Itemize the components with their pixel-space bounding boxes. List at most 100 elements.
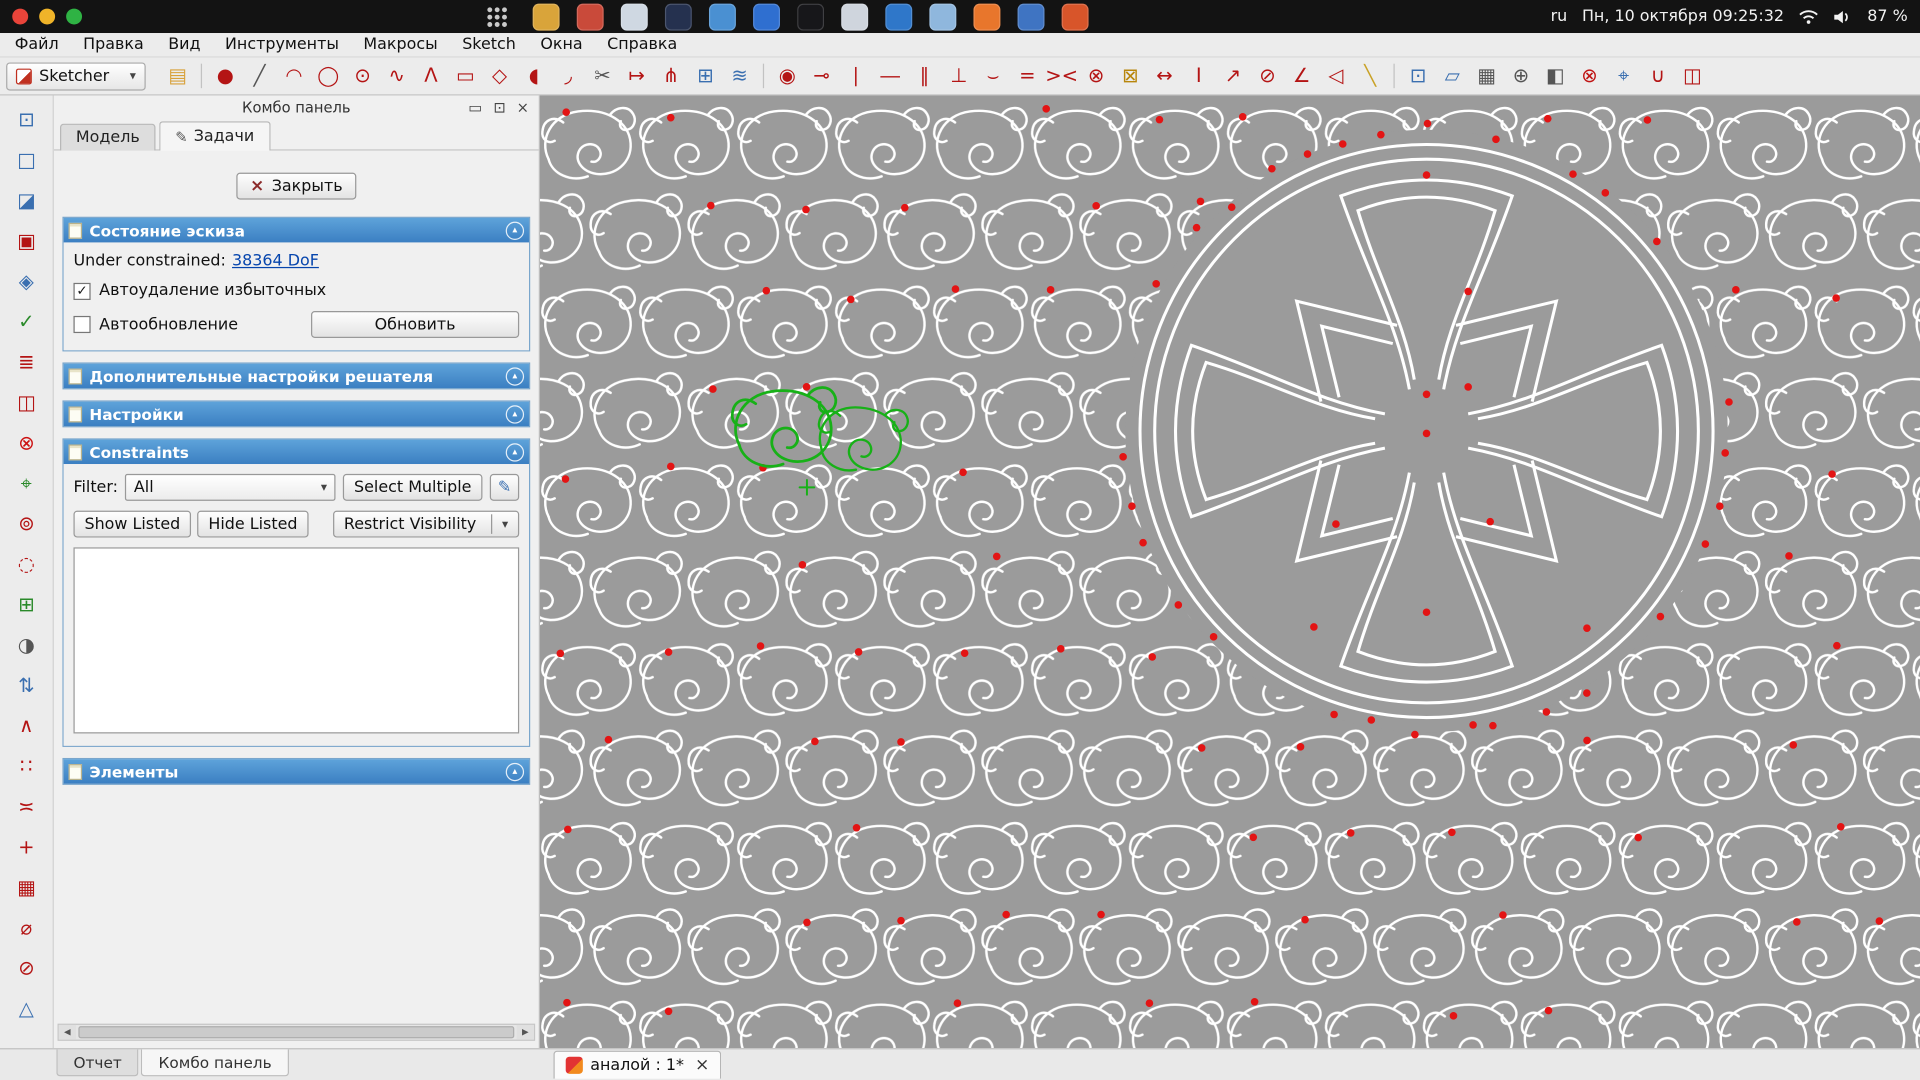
validate-sketch-icon[interactable]: ✓ <box>12 307 41 336</box>
panel-close-icon[interactable]: × <box>517 99 529 116</box>
auto-update-checkbox[interactable]: ✓ Автообновление <box>73 315 238 333</box>
keyboard-layout-indicator[interactable]: ru <box>1551 7 1568 25</box>
scrollbar-thumb[interactable] <box>78 1026 514 1038</box>
remove-axes-alignment-icon[interactable]: ⌀ <box>12 913 41 942</box>
panel-restore-icon[interactable]: ▭ <box>468 99 482 116</box>
stop-operation-icon[interactable]: ⊗ <box>12 429 41 458</box>
tab-combo-panel[interactable]: Комбо панель <box>141 1049 288 1076</box>
checkbox[interactable]: ✓ <box>73 316 90 333</box>
window-minimize-button[interactable] <box>39 9 55 25</box>
dock-app-icon[interactable] <box>1018 3 1045 30</box>
section-header-constraints[interactable]: Constraints ▴ <box>64 440 529 464</box>
workbench-selector[interactable]: Sketcher ▾ <box>6 62 146 90</box>
document-tab[interactable]: аналой : 1* × <box>553 1051 721 1079</box>
view-section-icon[interactable]: ◪ <box>12 186 41 215</box>
scroll-left-icon[interactable]: ◀ <box>59 1025 76 1040</box>
create-conic-icon[interactable]: ⊙ <box>345 61 379 90</box>
carbon-copy-icon[interactable]: ≋ <box>722 61 756 90</box>
trim-edge-icon[interactable]: ✂ <box>585 61 619 90</box>
menu-item[interactable]: Файл <box>15 36 59 54</box>
menu-item[interactable]: Окна <box>540 36 582 54</box>
mirror-sketch-icon[interactable]: ◫ <box>12 388 41 417</box>
clock[interactable]: Пн, 10 октября 09:25:32 <box>1582 7 1784 25</box>
show-listed-button[interactable]: Show Listed <box>73 511 191 538</box>
select-associated-constraints-icon[interactable]: ⊡ <box>1401 61 1435 90</box>
select-constraints-icon[interactable]: ⊚ <box>12 509 41 538</box>
constrain-equal-icon[interactable]: = <box>1010 61 1044 90</box>
move-icon[interactable]: + <box>12 833 41 862</box>
close-task-button[interactable]: × Закрыть <box>237 173 357 200</box>
volume-icon[interactable] <box>1833 9 1853 24</box>
tab-report-view[interactable]: Отчет <box>56 1049 139 1076</box>
dock-app-icon[interactable] <box>841 3 868 30</box>
dock-app-icon[interactable] <box>533 3 560 30</box>
window-maximize-button[interactable] <box>66 9 82 25</box>
constraints-list[interactable] <box>73 547 519 733</box>
open-folder-icon[interactable]: ▤ <box>160 61 194 90</box>
3d-viewport[interactable] <box>540 96 1920 1049</box>
reorient-sketch-icon[interactable]: ◈ <box>12 267 41 296</box>
dock-app-icon[interactable] <box>797 3 824 30</box>
mirror-icon[interactable]: ◫ <box>1675 61 1709 90</box>
select-multiple-button[interactable]: Select Multiple <box>343 474 482 501</box>
clone-icon[interactable]: ∷ <box>12 752 41 781</box>
symmetry-icon[interactable]: ∧ <box>12 711 41 740</box>
window-close-button[interactable] <box>12 9 28 25</box>
constrain-angle-icon[interactable]: ∠ <box>1284 61 1318 90</box>
constrain-vertical-icon[interactable]: ∣ <box>839 61 873 90</box>
toggle-grid-icon[interactable]: ▦ <box>1469 61 1503 90</box>
rendering-order-icon[interactable]: ◧ <box>1538 61 1572 90</box>
apps-grid-icon[interactable] <box>486 6 508 28</box>
collapse-toggle-icon[interactable]: ▴ <box>506 367 524 385</box>
select-dof-icon[interactable]: ⌖ <box>12 469 41 498</box>
create-polyline-icon[interactable]: Λ <box>414 61 448 90</box>
panel-horizontal-scrollbar[interactable]: ◀ ▶ <box>58 1024 536 1041</box>
constrain-horizontal-icon[interactable]: ― <box>873 61 907 90</box>
tab-tasks[interactable]: ✎ Задачи <box>159 121 270 150</box>
dock-app-icon[interactable] <box>577 3 604 30</box>
copy-icon[interactable]: ≍ <box>12 792 41 821</box>
constrain-tangent-icon[interactable]: ⌣ <box>976 61 1010 90</box>
menu-item[interactable]: Sketch <box>462 36 516 54</box>
section-header-sketch-state[interactable]: Состояние эскиза ▴ <box>64 218 529 242</box>
auto-remove-redundant-checkbox[interactable]: ✓ Автоудаление избыточных <box>73 282 326 300</box>
close-tab-icon[interactable]: × <box>695 1057 709 1074</box>
menu-item[interactable]: Макросы <box>363 36 437 54</box>
section-header-elements[interactable]: Элементы ▴ <box>64 759 529 783</box>
zoom-icon[interactable]: ⌖ <box>1607 61 1641 90</box>
virtual-space-icon[interactable]: ⇅ <box>12 671 41 700</box>
section-header-settings[interactable]: Настройки ▴ <box>64 402 529 426</box>
scroll-right-icon[interactable]: ▶ <box>517 1025 534 1040</box>
array-icon[interactable]: ▦ <box>12 873 41 902</box>
menu-item[interactable]: Правка <box>83 36 144 54</box>
dock-app-icon[interactable] <box>753 3 780 30</box>
menu-item[interactable]: Вид <box>168 36 200 54</box>
external-geometry-icon[interactable]: ⊞ <box>688 61 722 90</box>
constrain-symmetric-icon[interactable]: >< <box>1044 61 1078 90</box>
constrain-coincident-icon[interactable]: ◉ <box>770 61 804 90</box>
update-button[interactable]: Обновить <box>311 311 519 338</box>
hide-listed-button[interactable]: Hide Listed <box>197 511 308 538</box>
create-point-icon[interactable]: ● <box>208 61 242 90</box>
dock-app-icon[interactable] <box>621 3 648 30</box>
wifi-icon[interactable] <box>1799 9 1819 25</box>
section-header-advanced-solver[interactable]: Дополнительные настройки решателя ▴ <box>64 364 529 388</box>
constrain-radius-icon[interactable]: ⊘ <box>1250 61 1284 90</box>
restrict-visibility-button[interactable]: Restrict Visibility ▾ <box>333 511 519 538</box>
collapse-toggle-icon[interactable]: ▴ <box>506 762 524 780</box>
delete-all-geometry-icon[interactable]: ⊘ <box>12 954 41 983</box>
collapse-toggle-icon[interactable]: ▴ <box>506 443 524 461</box>
scrollbar-track[interactable] <box>76 1025 517 1040</box>
toggle-driving-constraint-icon[interactable]: ╲ <box>1353 61 1387 90</box>
collapse-toggle-icon[interactable]: ▴ <box>506 405 524 423</box>
panel-float-icon[interactable]: ⊡ <box>493 99 505 116</box>
dock-app-icon[interactable] <box>973 3 1000 30</box>
extend-edge-icon[interactable]: ↦ <box>620 61 654 90</box>
dock-app-icon[interactable] <box>885 3 912 30</box>
measure-icon[interactable]: ∪ <box>1641 61 1675 90</box>
constrain-block-icon[interactable]: ⊗ <box>1079 61 1113 90</box>
view-sketch-icon[interactable]: □ <box>12 146 41 175</box>
dock-app-icon[interactable] <box>665 3 692 30</box>
constrain-perpendicular-icon[interactable]: ⊥ <box>942 61 976 90</box>
select-elements-icon[interactable]: ◌ <box>12 550 41 579</box>
